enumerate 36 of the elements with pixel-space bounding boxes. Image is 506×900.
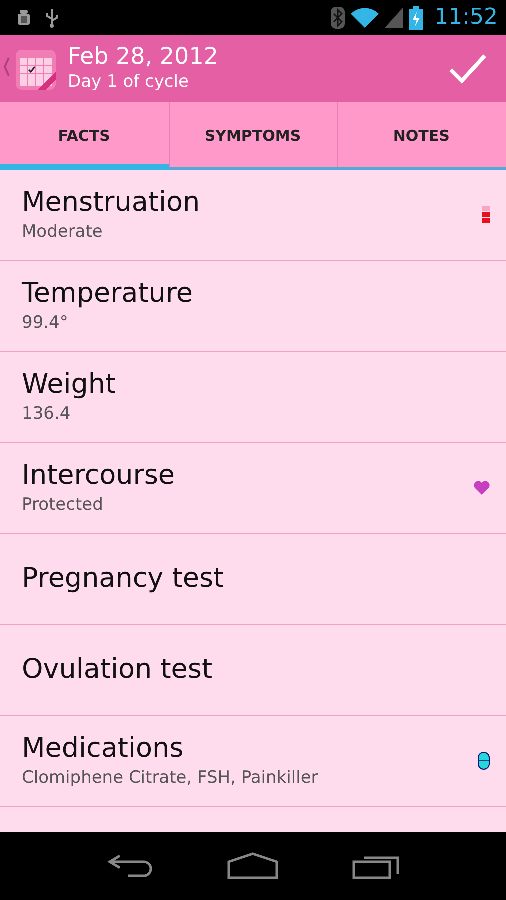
- item-title: Medications: [22, 732, 185, 766]
- wifi-icon: [350, 8, 379, 28]
- list-item[interactable]: Ovulation test: [0, 625, 506, 716]
- item-value: 136.4: [22, 403, 72, 426]
- item-title: Temperature: [22, 277, 194, 311]
- bluetooth-icon: [330, 6, 345, 28]
- tab[interactable]: FACTS: [0, 102, 169, 170]
- list-item[interactable]: Menstruation Moderate: [0, 170, 506, 261]
- item-value: Moderate: [22, 221, 104, 244]
- usb-icon: [44, 6, 60, 28]
- list-item[interactable]: Weight 136.4: [0, 352, 506, 443]
- pill-icon: [478, 752, 490, 770]
- back-icon[interactable]: [106, 852, 154, 880]
- cycle-subtitle: Day 1 of cycle: [68, 71, 190, 93]
- list-item[interactable]: Pregnancy test: [0, 534, 506, 625]
- date-title: Feb 28, 2012: [68, 44, 220, 71]
- list-item[interactable]: Medications Clomiphene Citrate, FSH, Painkiller: [0, 716, 506, 807]
- heart-icon: [474, 481, 490, 495]
- item-value: 99.4°: [22, 312, 70, 335]
- item-title: Intercourse: [22, 459, 176, 493]
- tab[interactable]: NOTES: [337, 102, 506, 170]
- tab[interactable]: SYMPTOMS: [168, 102, 338, 170]
- battery-icon: [408, 6, 423, 30]
- list-item[interactable]: Intercourse Protected: [0, 443, 506, 534]
- item-title: Weight: [22, 368, 118, 402]
- list-item[interactable]: Temperature 99.4°: [0, 261, 506, 352]
- item-title: Menstruation: [22, 186, 202, 220]
- item-value: Protected: [22, 494, 104, 517]
- item-value: Clomiphene Citrate, FSH, Painkiller: [22, 767, 320, 790]
- item-title: Ovulation test: [22, 653, 214, 687]
- signal-icon: [384, 8, 403, 28]
- flow-level-icon: [482, 206, 490, 224]
- item-title: Pregnancy test: [22, 562, 226, 596]
- status-time: 11:52: [434, 5, 498, 30]
- check-icon[interactable]: [448, 52, 488, 84]
- home-icon[interactable]: [226, 852, 279, 880]
